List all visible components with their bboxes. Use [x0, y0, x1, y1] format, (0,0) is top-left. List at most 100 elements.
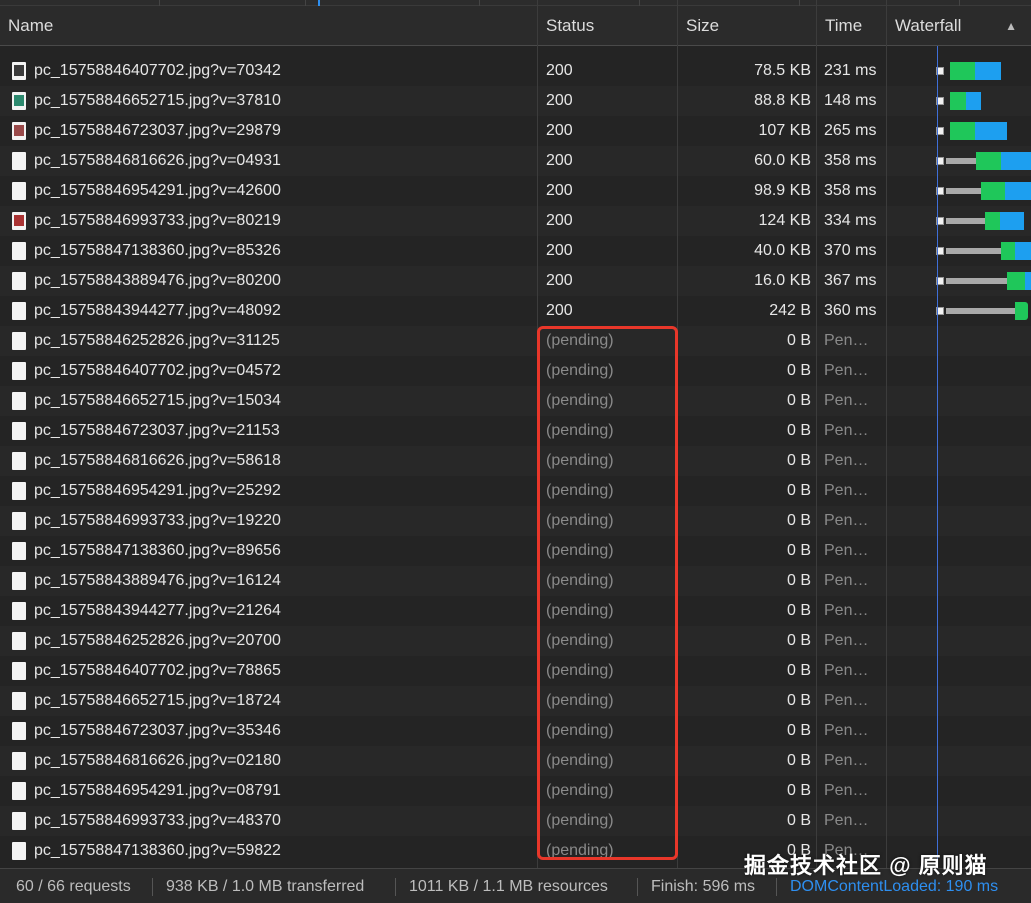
table-row[interactable]: pc_15758843944277.jpg?v=48092 200 242 B 360… — [0, 296, 1031, 326]
table-row[interactable]: pc_15758847138360.jpg?v=89656 (pending) 0 … — [0, 536, 1031, 566]
request-status: 200 — [546, 92, 573, 109]
request-name[interactable]: pc_15758846954291.jpg?v=08791 — [34, 776, 534, 806]
table-row[interactable]: pc_15758846652715.jpg?v=37810 200 88.8 KB 1… — [0, 86, 1031, 116]
request-name[interactable]: pc_15758843889476.jpg?v=80200 — [34, 266, 534, 296]
request-name[interactable]: pc_15758846993733.jpg?v=48370 — [34, 806, 534, 836]
request-name[interactable]: pc_15758846816626.jpg?v=02180 — [34, 746, 534, 776]
file-icon — [12, 572, 26, 590]
table-row[interactable]: pc_15758846816626.jpg?v=04931 200 60.0 KB 3… — [0, 146, 1031, 176]
table-row[interactable]: pc_15758843889476.jpg?v=16124 (pending) 0 … — [0, 566, 1031, 596]
request-size: 98.9 KB — [754, 182, 811, 199]
request-size: 40.0 KB — [754, 242, 811, 259]
request-time: Pen… — [824, 482, 869, 499]
request-name[interactable]: pc_15758846407702.jpg?v=78865 — [34, 656, 534, 686]
waterfall-download-bar — [1005, 182, 1031, 200]
request-name[interactable]: pc_15758846816626.jpg?v=04931 — [34, 146, 534, 176]
request-size: 0 B — [786, 812, 811, 829]
table-row[interactable]: pc_15758843889476.jpg?v=80200 200 16.0 KB 3… — [0, 266, 1031, 296]
table-row[interactable]: pc_15758846723037.jpg?v=29879 200 107 KB 26… — [0, 116, 1031, 146]
request-name[interactable]: pc_15758843944277.jpg?v=48092 — [34, 296, 534, 326]
file-icon — [12, 602, 26, 620]
waterfall-stalled-bar — [946, 248, 1001, 254]
request-time: Pen… — [824, 632, 869, 649]
request-time: 231 ms — [824, 62, 877, 79]
table-row[interactable]: pc_15758846407702.jpg?v=04572 (pending) 0 … — [0, 356, 1031, 386]
table-row[interactable]: pc_15758846954291.jpg?v=25292 (pending) 0 … — [0, 476, 1031, 506]
request-name[interactable]: pc_15758847138360.jpg?v=89656 — [34, 536, 534, 566]
file-icon — [12, 722, 26, 740]
request-name[interactable]: pc_15758846407702.jpg?v=70342 — [34, 56, 534, 86]
table-row[interactable]: pc_15758846993733.jpg?v=48370 (pending) 0 … — [0, 806, 1031, 836]
request-size: 0 B — [786, 542, 811, 559]
request-name[interactable]: pc_15758846993733.jpg?v=19220 — [34, 506, 534, 536]
request-name[interactable]: pc_15758847138360.jpg?v=59822 — [34, 836, 534, 866]
table-row[interactable]: pc_15758846252826.jpg?v=20700 (pending) 0 … — [0, 626, 1031, 656]
request-size: 16.0 KB — [754, 272, 811, 289]
file-icon — [12, 392, 26, 410]
table-row[interactable]: pc_15758846993733.jpg?v=19220 (pending) 0 … — [0, 506, 1031, 536]
request-status: 200 — [546, 182, 573, 199]
request-name[interactable]: pc_15758846993733.jpg?v=80219 — [34, 206, 534, 236]
table-row[interactable]: pc_15758846816626.jpg?v=02180 (pending) 0 … — [0, 746, 1031, 776]
transferred-size: 938 KB / 1.0 MB transferred — [166, 878, 365, 895]
file-icon — [12, 542, 26, 560]
request-size: 0 B — [786, 782, 811, 799]
column-header-name[interactable]: Name — [0, 6, 538, 46]
waterfall-waiting-bar — [1015, 302, 1028, 320]
table-row[interactable]: pc_15758846407702.jpg?v=78865 (pending) 0 … — [0, 656, 1031, 686]
file-icon — [12, 842, 26, 860]
request-name[interactable]: pc_15758846723037.jpg?v=29879 — [34, 116, 534, 146]
request-size: 60.0 KB — [754, 152, 811, 169]
waterfall-stalled-bar — [946, 188, 981, 194]
request-name[interactable]: pc_15758846954291.jpg?v=25292 — [34, 476, 534, 506]
table-row[interactable]: pc_15758846954291.jpg?v=08791 (pending) 0 … — [0, 776, 1031, 806]
request-name[interactable]: pc_15758846407702.jpg?v=04572 — [34, 356, 534, 386]
request-name[interactable]: pc_15758846723037.jpg?v=21153 — [34, 416, 534, 446]
request-name[interactable]: pc_15758846723037.jpg?v=35346 — [34, 716, 534, 746]
request-name[interactable]: pc_15758846252826.jpg?v=20700 — [34, 626, 534, 656]
request-name[interactable]: pc_15758846652715.jpg?v=18724 — [34, 686, 534, 716]
table-row[interactable]: pc_15758846723037.jpg?v=21153 (pending) 0 … — [0, 416, 1031, 446]
waterfall-download-bar — [1000, 212, 1024, 230]
request-name[interactable]: pc_15758843889476.jpg?v=16124 — [34, 566, 534, 596]
network-table-header: Name Status Size Time Waterfall ▲ — [0, 6, 1031, 46]
request-name[interactable]: pc_15758846652715.jpg?v=15034 — [34, 386, 534, 416]
table-row[interactable]: pc_15758847138360.jpg?v=85326 200 40.0 KB 3… — [0, 236, 1031, 266]
table-row[interactable]: pc_15758846993733.jpg?v=80219 200 124 KB 33… — [0, 206, 1031, 236]
request-name[interactable]: pc_15758846954291.jpg?v=42600 — [34, 176, 534, 206]
request-name[interactable]: pc_15758846652715.jpg?v=37810 — [34, 86, 534, 116]
request-name[interactable]: pc_15758846252826.jpg?v=31125 — [34, 326, 534, 356]
table-row[interactable]: pc_15758846816626.jpg?v=58618 (pending) 0 … — [0, 446, 1031, 476]
table-row[interactable]: pc_15758846723037.jpg?v=35346 (pending) 0 … — [0, 716, 1031, 746]
file-icon — [12, 302, 26, 320]
request-time: Pen… — [824, 392, 869, 409]
request-name[interactable]: pc_15758843944277.jpg?v=21264 — [34, 596, 534, 626]
table-row[interactable]: pc_15758846652715.jpg?v=15034 (pending) 0 … — [0, 386, 1031, 416]
file-icon — [12, 662, 26, 680]
table-row[interactable]: pc_15758843944277.jpg?v=21264 (pending) 0 … — [0, 596, 1031, 626]
request-status: 200 — [546, 212, 573, 229]
table-row[interactable]: pc_15758846954291.jpg?v=42600 200 98.9 KB 3… — [0, 176, 1031, 206]
request-size: 107 KB — [758, 122, 811, 139]
request-time: Pen… — [824, 422, 869, 439]
column-header-size[interactable]: Size — [678, 6, 817, 46]
request-size: 0 B — [786, 662, 811, 679]
table-row[interactable]: pc_15758846652715.jpg?v=18724 (pending) 0 … — [0, 686, 1031, 716]
table-row[interactable]: pc_15758846252826.jpg?v=31125 (pending) 0 … — [0, 326, 1031, 356]
column-divider — [816, 0, 817, 868]
request-size: 0 B — [786, 692, 811, 709]
request-name[interactable]: pc_15758847138360.jpg?v=85326 — [34, 236, 534, 266]
request-size: 124 KB — [758, 212, 811, 229]
column-header-status[interactable]: Status — [538, 6, 678, 46]
table-row[interactable]: pc_15758846407702.jpg?v=70342 200 78.5 KB 2… — [0, 56, 1031, 86]
image-file-icon — [12, 62, 26, 80]
request-size: 0 B — [786, 752, 811, 769]
waterfall-download-bar — [975, 62, 1001, 80]
request-time: 265 ms — [824, 122, 877, 139]
resources-size: 1011 KB / 1.1 MB resources — [409, 878, 608, 895]
waterfall-stalled-bar — [946, 218, 985, 224]
column-header-waterfall[interactable]: Waterfall ▲ — [887, 6, 1031, 46]
thumbnail-preview — [14, 215, 24, 226]
request-name[interactable]: pc_15758846816626.jpg?v=58618 — [34, 446, 534, 476]
column-header-time[interactable]: Time — [817, 6, 887, 46]
